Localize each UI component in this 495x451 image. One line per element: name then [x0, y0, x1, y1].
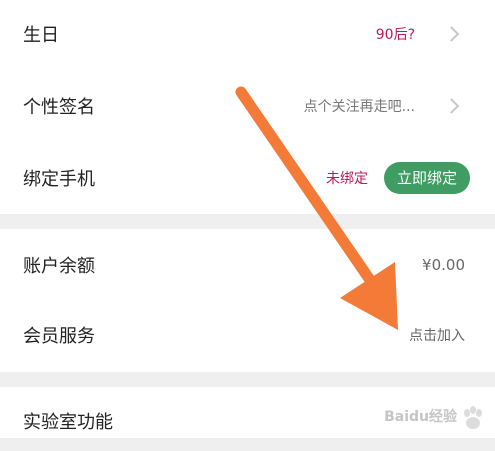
- bind-now-button[interactable]: 立即绑定: [384, 162, 470, 194]
- membership-row[interactable]: 会员服务 点击加入: [0, 305, 495, 365]
- signature-value: 点个关注再走吧...: [303, 99, 415, 115]
- phone-binding-label: 绑定手机: [23, 169, 95, 190]
- phone-binding-row: 绑定手机 未绑定 立即绑定: [0, 148, 495, 208]
- baidu-paw-logo: [464, 406, 482, 429]
- signature-row[interactable]: 个性签名 点个关注再走吧...: [0, 76, 495, 136]
- chevron-right-icon: [443, 26, 460, 42]
- birthday-label: 生日: [23, 25, 59, 46]
- membership-label: 会员服务: [23, 326, 95, 347]
- balance-value: ¥0.00: [422, 256, 465, 274]
- chevron-right-icon: [443, 98, 460, 114]
- phone-binding-status: 未绑定: [326, 171, 368, 187]
- account-group: 账户余额 ¥0.00 会员服务 点击加入: [0, 229, 495, 372]
- balance-row[interactable]: 账户余额 ¥0.00: [0, 235, 495, 295]
- watermark-text: Baidu经验: [384, 409, 457, 425]
- membership-value: 点击加入: [409, 328, 465, 344]
- birthday-row[interactable]: 生日 90后?: [0, 4, 495, 64]
- lab-label: 实验室功能: [23, 412, 113, 433]
- birthday-value: 90后?: [375, 27, 415, 43]
- signature-label: 个性签名: [23, 97, 95, 118]
- balance-label: 账户余额: [23, 256, 95, 277]
- profile-settings-group: 生日 90后? 个性签名 点个关注再走吧... 绑定手机 未绑定 立即绑定: [0, 0, 495, 214]
